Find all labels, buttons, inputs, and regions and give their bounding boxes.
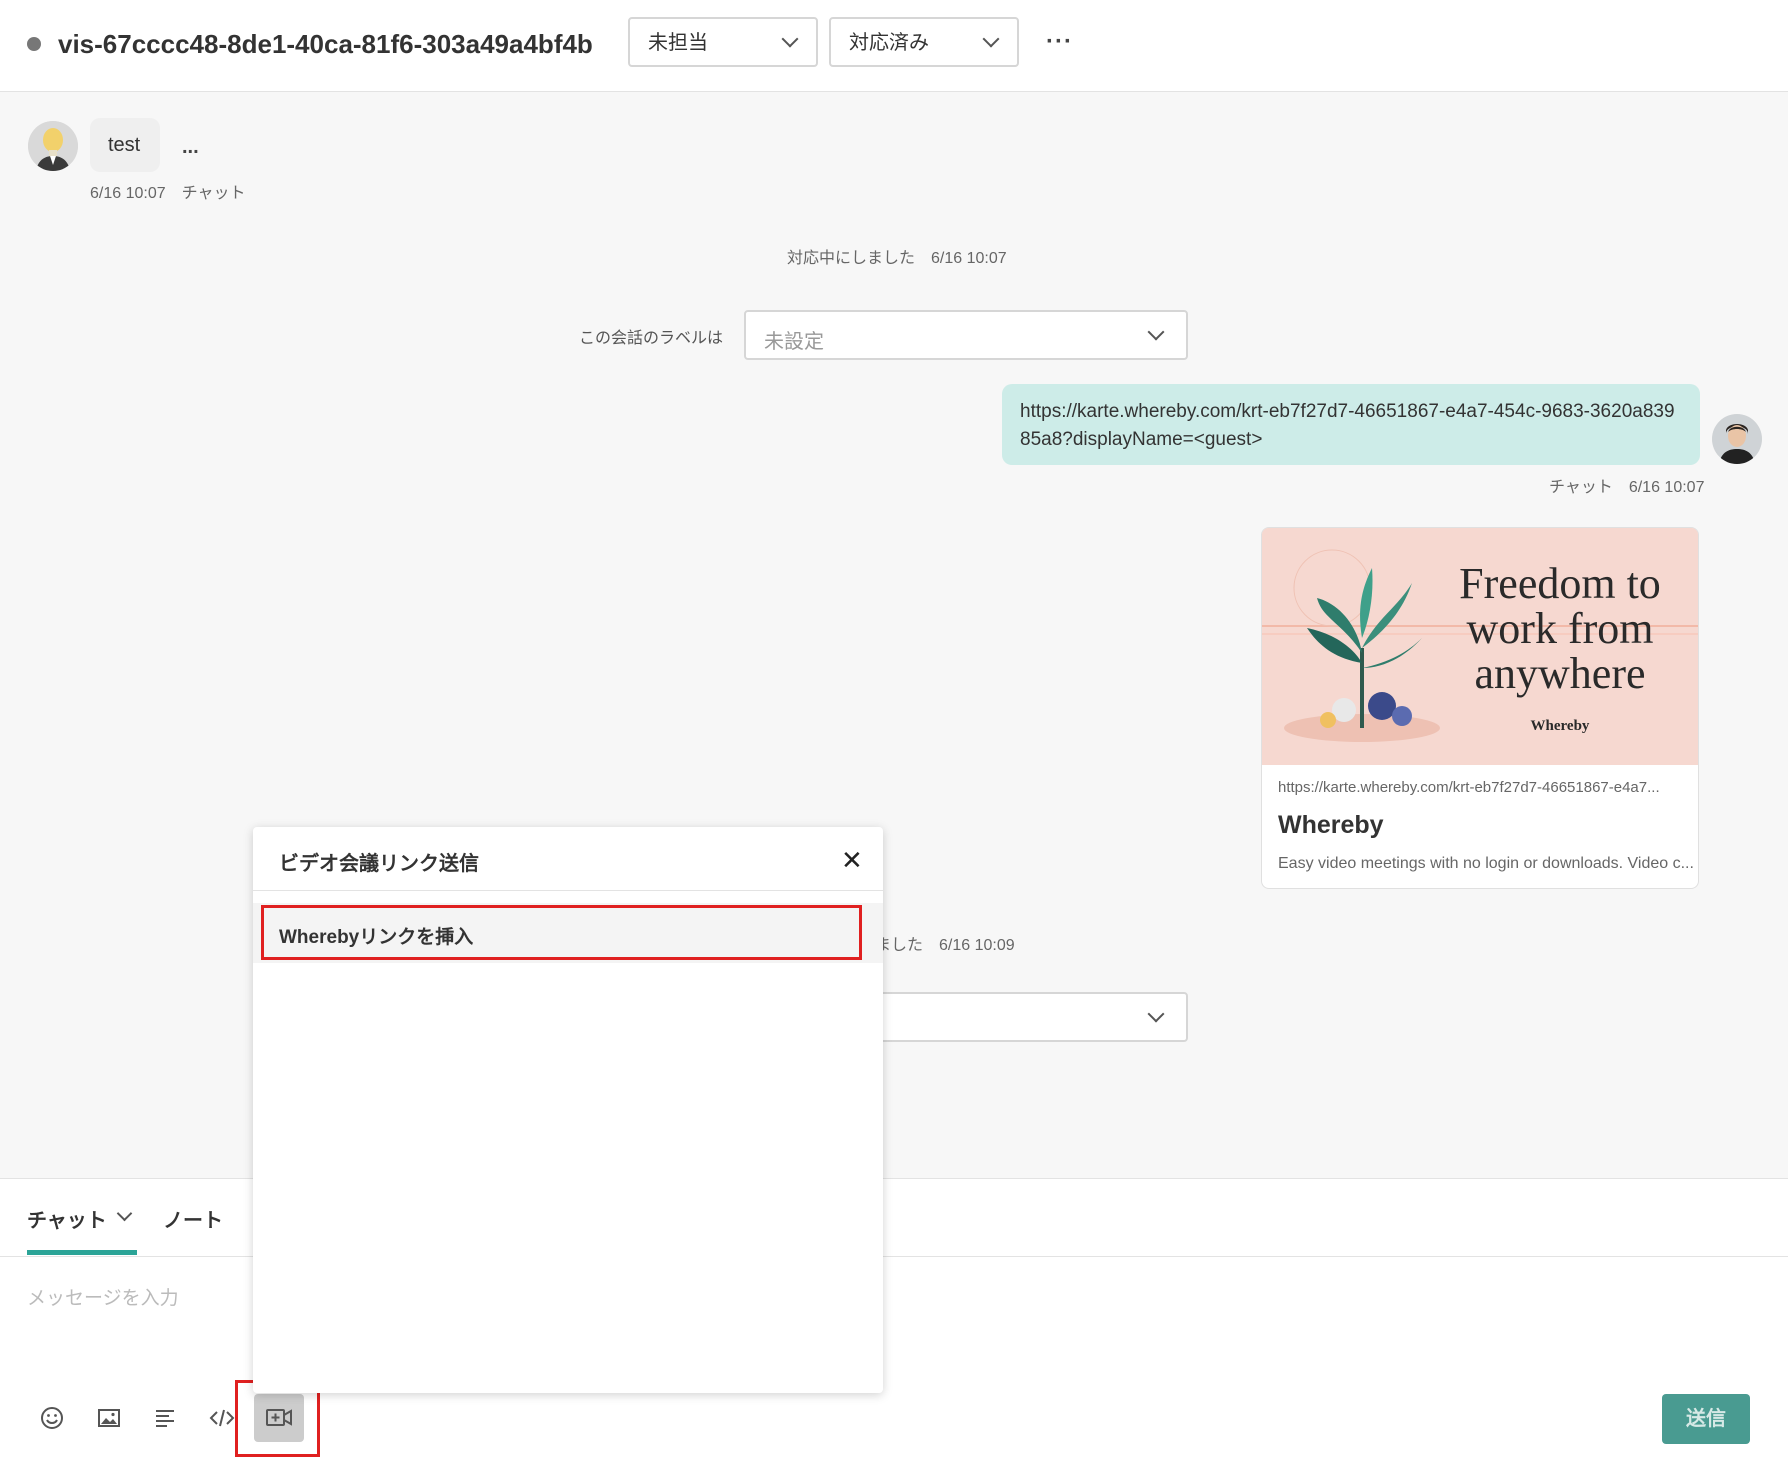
preview-image-headline-2: work from <box>1467 604 1654 653</box>
label-select-value: 未設定 <box>764 331 824 353</box>
preview-image-brand: Whereby <box>1531 718 1590 734</box>
chevron-down-icon <box>982 30 1000 48</box>
link-preview-card[interactable]: Freedom to work from anywhere Whereby ht… <box>1261 527 1699 889</box>
popup-title: ビデオ会議リンク送信 <box>279 853 479 875</box>
more-options-button[interactable]: ··· <box>1046 28 1073 56</box>
chevron-down-icon <box>116 1205 133 1222</box>
status-dot <box>27 37 41 51</box>
system-message: 対応中にしました 6/16 10:07 <box>787 250 1007 267</box>
operator-message-bubble: https://karte.whereby.com/krt-eb7f27d7-4… <box>1002 384 1700 465</box>
chevron-down-icon <box>1147 1005 1165 1023</box>
preview-image: Freedom to work from anywhere Whereby <box>1262 528 1698 765</box>
preview-image-headline-3: anywhere <box>1474 649 1645 698</box>
lightbulb-avatar-icon <box>28 121 78 171</box>
emoji-icon[interactable] <box>36 1402 68 1434</box>
template-icon[interactable] <box>149 1402 181 1434</box>
operator-avatar <box>1712 414 1762 464</box>
status-select-label: 対応済み <box>849 32 929 54</box>
label-caption: この会話のラベルは <box>579 330 724 347</box>
chevron-down-icon <box>1147 323 1165 341</box>
message-options-button[interactable]: ... <box>182 136 199 159</box>
conversation-label-select[interactable]: 未設定 <box>744 310 1188 360</box>
close-icon[interactable]: ✕ <box>841 845 863 876</box>
visitor-message-meta: 6/16 10:07 チャット <box>90 185 246 202</box>
tab-note[interactable]: ノート <box>163 1204 223 1233</box>
code-icon[interactable] <box>206 1402 238 1434</box>
image-icon[interactable] <box>93 1402 125 1434</box>
popup-divider <box>253 890 883 891</box>
preview-title: Whereby <box>1278 811 1384 839</box>
popup-item-highlight <box>261 905 862 960</box>
operator-message-meta: チャット 6/16 10:07 <box>1549 479 1705 496</box>
assignee-select[interactable]: 未担当 <box>628 17 818 67</box>
chat-app: vis-67cccc48-8de1-40ca-81f6-303a49a4bf4b… <box>0 0 1788 1464</box>
plant-illustration-icon: Freedom to work from anywhere Whereby <box>1262 528 1698 765</box>
visitor-message-bubble: test <box>90 118 160 172</box>
message-input[interactable]: メッセージを入力 <box>27 1283 179 1310</box>
preview-image-headline-1: Freedom to <box>1459 559 1661 608</box>
visitor-id: vis-67cccc48-8de1-40ca-81f6-303a49a4bf4b <box>58 29 593 59</box>
tab-chat[interactable]: チャット <box>27 1204 133 1233</box>
system-message: ました 6/16 10:09 <box>875 937 1015 954</box>
conversation-header: vis-67cccc48-8de1-40ca-81f6-303a49a4bf4b… <box>0 0 1788 92</box>
visitor-message-text: test <box>108 134 141 156</box>
send-button[interactable]: 送信 <box>1662 1394 1750 1444</box>
preview-url: https://karte.whereby.com/krt-eb7f27d7-4… <box>1278 779 1660 796</box>
visitor-avatar <box>28 121 78 171</box>
chevron-down-icon <box>781 30 799 48</box>
status-select[interactable]: 対応済み <box>829 17 1019 67</box>
operator-message-text[interactable]: https://karte.whereby.com/krt-eb7f27d7-4… <box>1020 398 1680 454</box>
preview-description: Easy video meetings with no login or dow… <box>1278 855 1694 872</box>
tab-chat-label: チャット <box>27 1210 107 1232</box>
active-tab-indicator <box>27 1250 137 1255</box>
assignee-select-label: 未担当 <box>648 32 708 54</box>
person-avatar-icon <box>1712 414 1762 464</box>
